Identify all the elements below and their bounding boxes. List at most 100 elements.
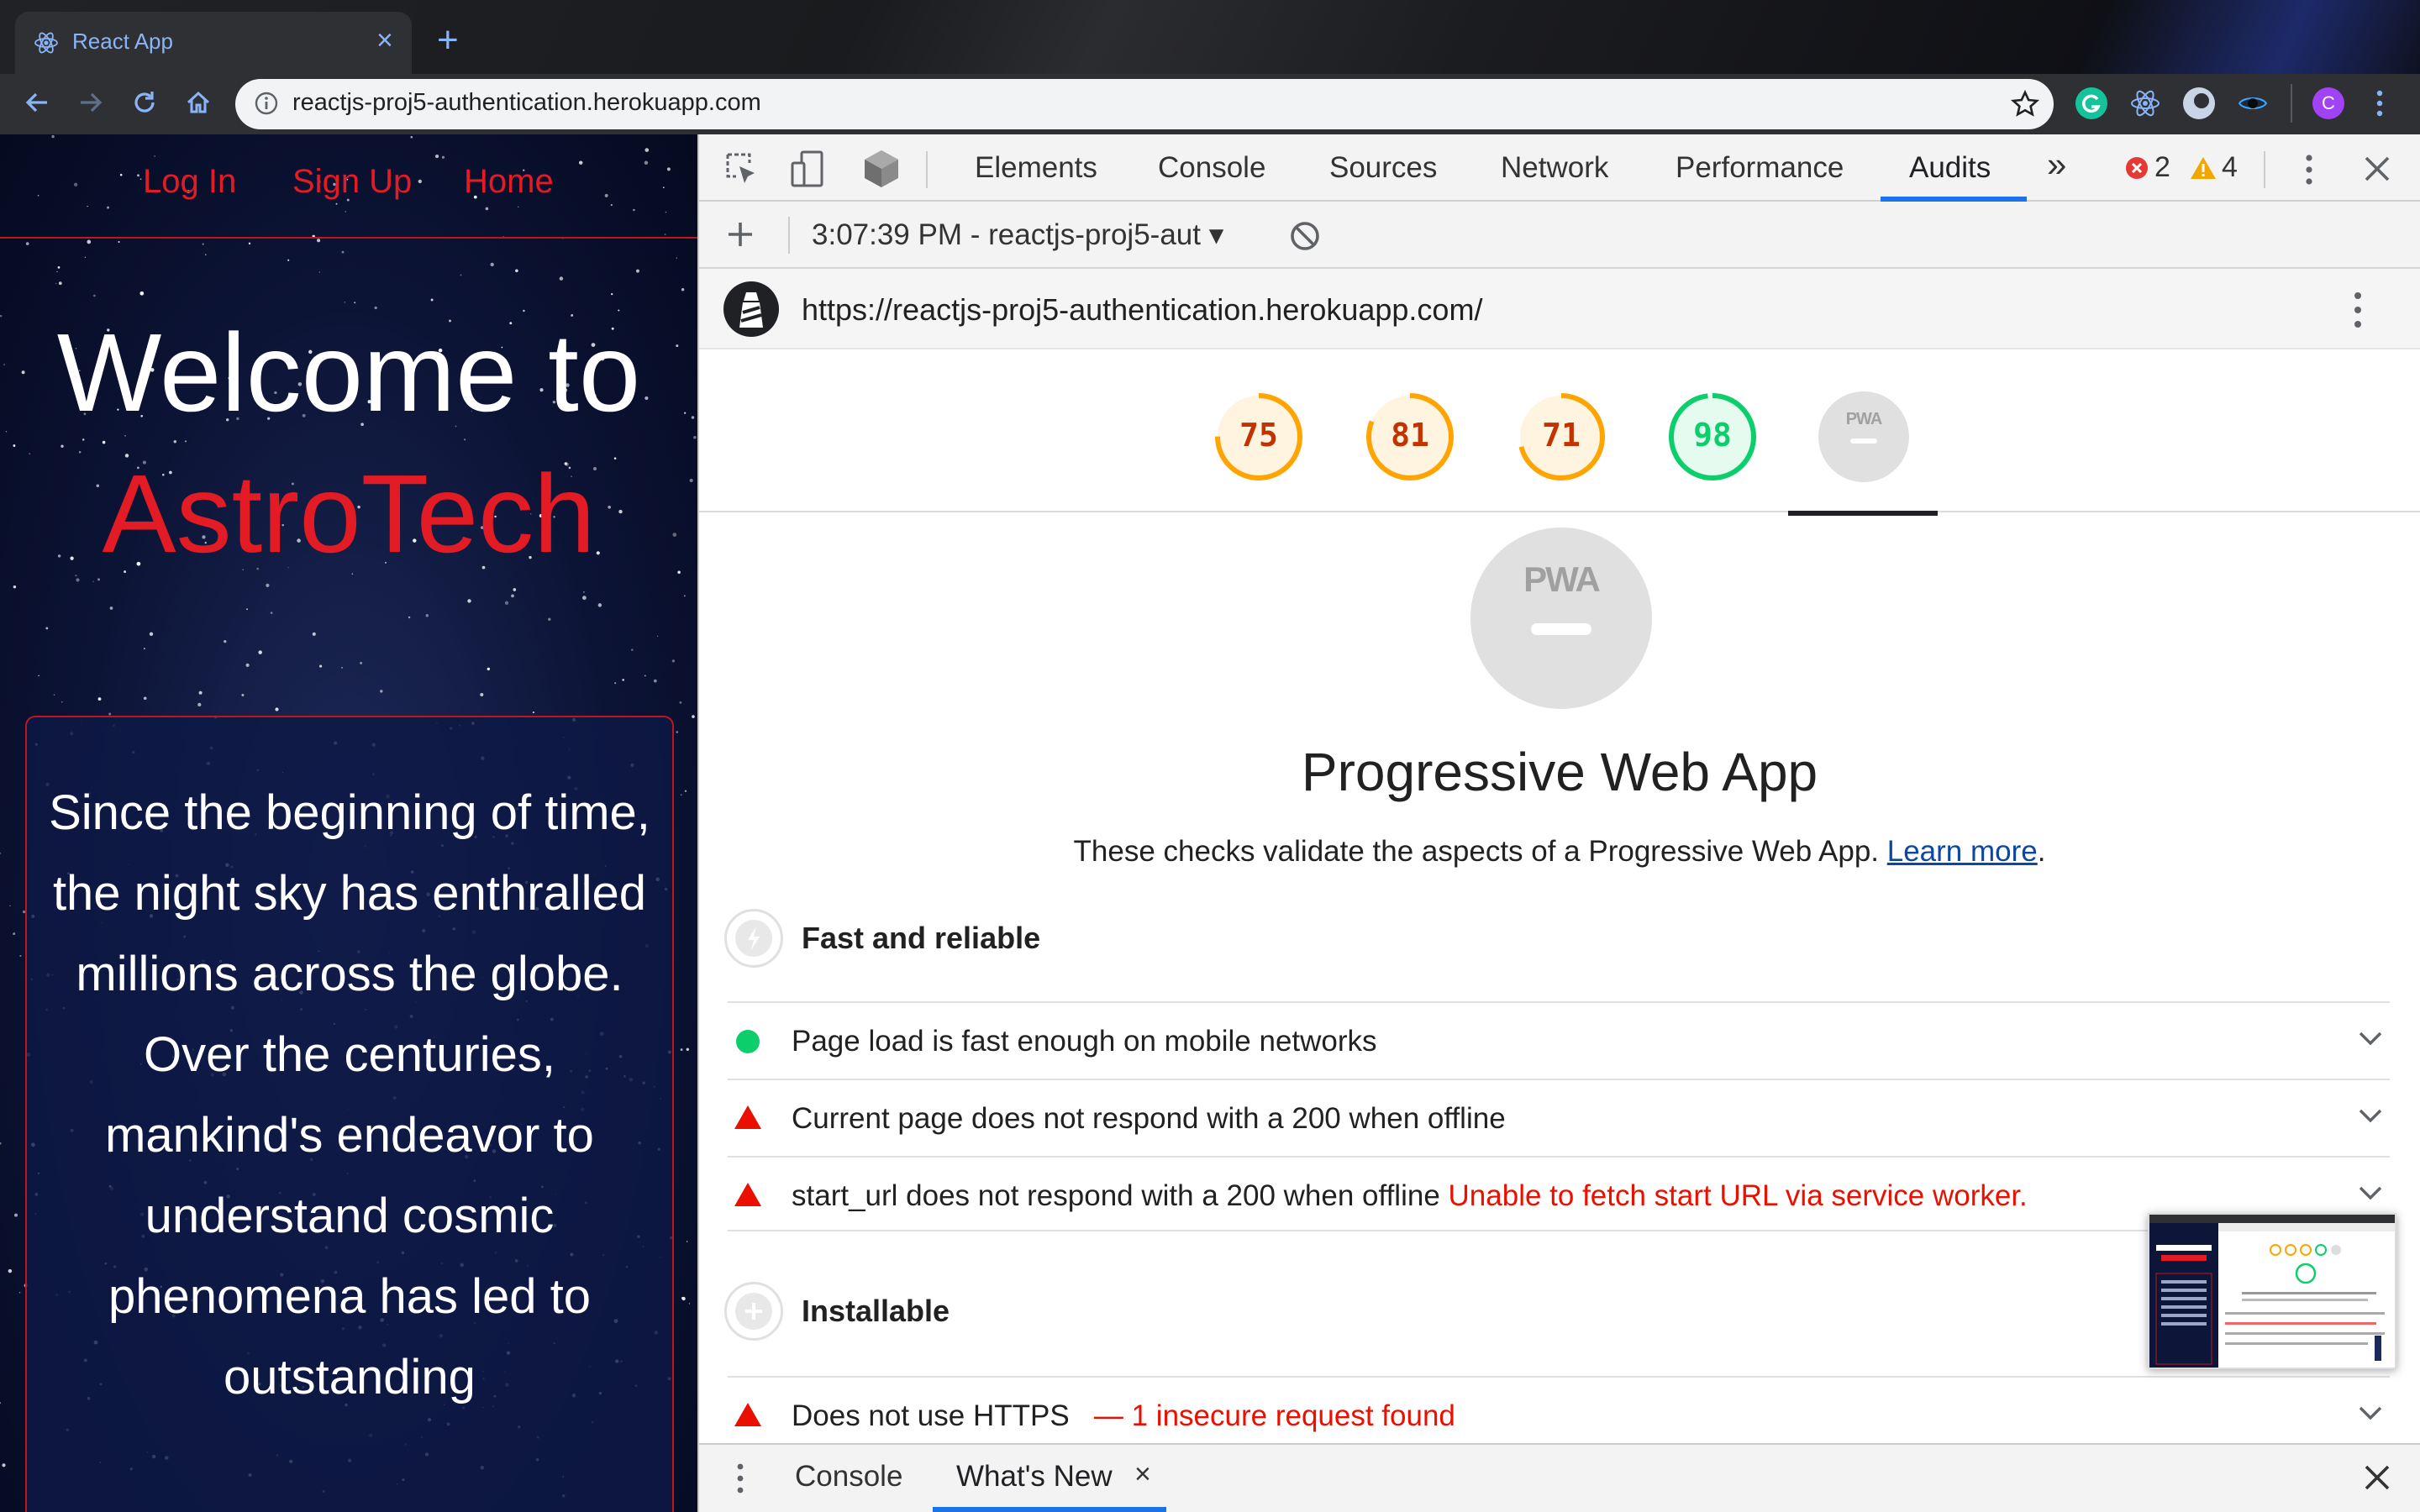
site-navbar: Log In Sign Up Home [0,134,697,239]
home-link[interactable]: Home [464,163,554,201]
score-gauge-best-practices[interactable]: 71 [1516,391,1607,482]
chevron-down-icon[interactable] [2358,1107,2383,1124]
learn-more-link[interactable]: Learn more [1887,835,2038,868]
grammarly-extension-icon[interactable] [2075,87,2107,119]
star [487,667,490,671]
login-link[interactable]: Log In [143,163,236,201]
star [513,588,517,591]
browser-menu-icon[interactable] [2373,87,2386,119]
star [246,608,248,611]
star [205,254,207,255]
star [18,1291,21,1294]
tab-close-icon[interactable]: × [376,24,393,57]
cube-extension-icon[interactable] [860,148,902,190]
group-title-installable: Installable [802,1294,950,1328]
star [19,954,22,958]
profile-avatar[interactable]: C [2312,87,2344,119]
tab-performance[interactable]: Performance [1676,151,1844,185]
star [341,667,343,669]
audit-row[interactable]: start_url does not respond with a 200 wh… [728,1156,2390,1231]
signup-link[interactable]: Sign Up [292,163,412,201]
star [84,256,87,259]
group-title-fast: Fast and reliable [802,921,1041,955]
bookmark-star-icon[interactable] [2010,89,2040,119]
inspect-element-icon[interactable] [724,151,760,186]
page-screenshot-thumbnail[interactable] [2148,1213,2396,1369]
audit-row[interactable]: Does not use HTTPS — 1 insecure request … [728,1376,2390,1443]
close-devtools-icon[interactable] [2363,155,2391,183]
eye-extension-icon[interactable] [2237,87,2269,119]
forward-arrow-icon[interactable] [76,87,106,118]
extension-circle-icon[interactable] [2183,87,2215,119]
clear-reports-icon[interactable] [1289,220,1321,252]
star [408,616,411,619]
report-selector[interactable]: 3:07:39 PM - reactjs-proj5-aut ▾ [812,218,1223,252]
warning-counter[interactable]: 4 [2190,151,2238,184]
drawer-tab-whats-new[interactable]: What's New [956,1460,1113,1494]
tab-sources[interactable]: Sources [1329,151,1437,185]
star [430,298,434,302]
chevron-down-icon[interactable] [2358,1184,2383,1201]
star [224,639,227,643]
audit-row[interactable]: Current page does not respond with a 200… [728,1079,2390,1154]
star [532,711,534,714]
audit-title: start_url does not respond with a 200 wh… [792,1179,1440,1212]
audit-title: Page load is fast enough on mobile netwo… [792,1025,1377,1058]
tab-network[interactable]: Network [1501,151,1608,185]
error-counter[interactable]: 2 [2124,151,2170,184]
audit-row[interactable]: Page load is fast enough on mobile netwo… [728,1001,2390,1077]
audit-title-with-error: start_url does not respond with a 200 wh… [792,1179,2028,1213]
fail-indicator [734,1403,761,1426]
fast-reliable-icon [724,909,783,968]
score-value: 81 [1391,417,1429,454]
star [686,1241,688,1242]
new-audit-plus-icon[interactable] [726,220,755,249]
category-description: These checks validate the aspects of a P… [699,835,2420,869]
star [480,692,484,697]
new-tab-button[interactable]: + [437,20,459,60]
reload-icon[interactable] [129,87,160,118]
score-gauge-accessibility[interactable]: 81 [1365,391,1455,482]
back-arrow-icon[interactable] [22,87,52,118]
star [622,679,624,681]
more-tabs-button[interactable]: » [2047,144,2066,185]
audit-error-message: — 1 insecure request found [1093,1399,1455,1432]
device-toolbar-icon[interactable] [790,150,829,188]
close-whats-new-icon[interactable]: × [1134,1458,1151,1491]
star [681,1297,683,1299]
toolbar-separator [788,217,790,254]
star [676,257,677,259]
score-value: 75 [1239,417,1278,454]
star [548,617,551,621]
drawer-tab-console[interactable]: Console [795,1460,902,1494]
address-bar-url[interactable]: reactjs-proj5-authentication.herokuapp.c… [292,89,761,117]
star [692,715,695,718]
score-gauge-pwa[interactable]: PWA [1818,391,1909,482]
star [317,239,321,243]
report-menu-icon[interactable] [2351,289,2365,331]
tab-title: React App [72,29,173,54]
star [631,648,634,651]
star [144,648,145,649]
tab-elements[interactable]: Elements [975,151,1097,185]
chevron-down-icon[interactable] [2358,1404,2383,1421]
tab-console[interactable]: Console [1158,151,1265,185]
score-gauge-seo[interactable]: 98 [1667,391,1758,482]
score-value: 71 [1542,417,1581,454]
fail-indicator [734,1183,761,1206]
star [97,578,100,581]
description-text: These checks validate the aspects of a P… [1073,835,1880,868]
score-gauge-performance[interactable]: 75 [1213,391,1304,482]
report-url[interactable]: https://reactjs-proj5-authentication.her… [802,292,1482,328]
site-info-icon[interactable] [254,91,279,116]
star [504,601,509,605]
devtools-menu-icon[interactable] [2302,151,2316,188]
chevron-down-icon[interactable] [2358,1030,2383,1047]
drawer-menu-icon[interactable] [734,1460,746,1497]
tab-audits[interactable]: Audits [1909,151,1991,185]
react-devtools-extension-icon[interactable] [2129,87,2161,119]
close-drawer-icon[interactable] [2363,1463,2391,1492]
home-icon[interactable] [183,87,213,118]
star [354,302,356,304]
star [197,702,202,707]
